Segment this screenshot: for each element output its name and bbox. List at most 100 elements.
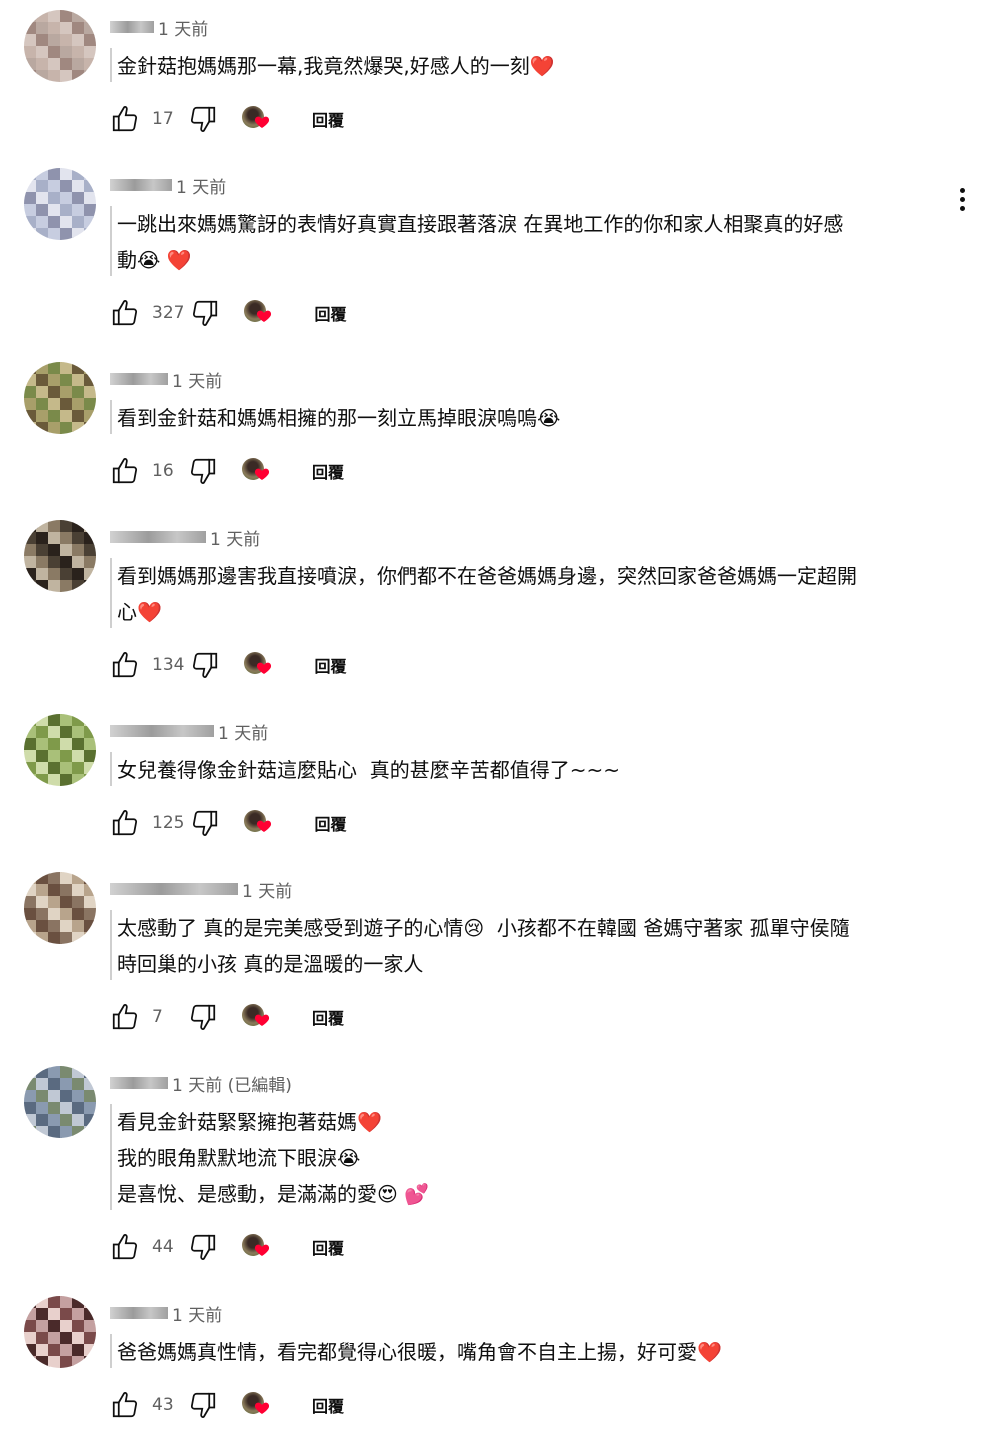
dislike-button[interactable] [188,456,218,486]
reply-button[interactable]: 回覆 [314,653,346,677]
author-name-redacted[interactable] [110,883,238,895]
reply-button[interactable]: 回覆 [314,811,346,835]
more-options-icon[interactable] [950,184,974,216]
comment-timestamp[interactable]: 1 天前 [218,719,268,744]
author-name-redacted[interactable] [110,1307,168,1319]
thumbs-up-icon[interactable] [110,104,140,134]
dislike-button[interactable] [188,1002,218,1032]
comment-header: 1 天前 [110,877,292,902]
thumbs-up-icon[interactable] [110,650,140,680]
thumbs-up-icon[interactable] [110,298,140,328]
author-name-redacted[interactable] [110,725,214,737]
comment-text: 爸爸媽媽真性情，看完都覺得心很暖，嘴角會不自主上揚，好可愛❤️ [117,1334,932,1370]
comment-header: 1 天前 [110,15,208,40]
author-name-redacted[interactable] [110,531,206,543]
like-button[interactable] [110,104,140,134]
like-button[interactable] [110,650,140,680]
reply-button[interactable]: 回覆 [312,1005,344,1029]
like-button[interactable] [110,1390,140,1420]
comment-line: 我的眼角默默地流下眼淚😭 [117,1146,361,1170]
author-name-redacted[interactable] [110,373,168,385]
thumbs-down-icon[interactable] [188,1232,218,1262]
thumbs-down-icon[interactable] [188,104,218,134]
reply-button[interactable]: 回覆 [314,301,346,325]
comment-text: 金針菇抱媽媽那一幕,我竟然爆哭,好感人的一刻❤️ [117,48,932,84]
comment-line: 一跳出來媽媽驚訝的表情好真實直接跟著落淚 在異地工作的你和家人相聚真的好感 [117,212,844,236]
comment-text: 太感動了 真的是完美感受到遊子的心情😢 小孩都不在韓國 爸媽守著家 孤單守侯隨時… [117,910,932,982]
comment-actions: 327 回覆 [110,295,346,331]
creator-heart-icon [256,308,272,328]
author-name-redacted[interactable] [110,21,154,33]
thumbs-down-icon[interactable] [188,1390,218,1420]
thumbs-up-icon[interactable] [110,1002,140,1032]
avatar[interactable] [24,1296,96,1368]
comment-text: 一跳出來媽媽驚訝的表情好真實直接跟著落淚 在異地工作的你和家人相聚真的好感 動😭 … [117,206,932,278]
thumbs-up-icon[interactable] [110,808,140,838]
comment-line: 金針菇抱媽媽那一幕,我竟然爆哭,好感人的一刻❤️ [117,54,555,78]
comment-timestamp[interactable]: 1 天前 [158,15,208,40]
like-button[interactable] [110,456,140,486]
like-button[interactable] [110,298,140,328]
avatar[interactable] [24,872,96,944]
reply-button[interactable]: 回覆 [312,107,344,131]
like-count: 44 [152,1237,174,1257]
comment-actions: 125 回覆 [110,805,346,841]
reply-button[interactable]: 回覆 [312,459,344,483]
comment-rule [110,752,112,786]
thumbs-down-icon[interactable] [190,808,220,838]
thumbs-down-icon[interactable] [188,456,218,486]
dislike-button[interactable] [190,808,220,838]
dislike-button[interactable] [188,104,218,134]
like-button[interactable] [110,1002,140,1032]
creator-heart-badge [244,298,274,328]
thumbs-down-icon[interactable] [190,298,220,328]
creator-heart-icon [254,114,270,134]
like-count: 134 [152,655,185,675]
comment-timestamp[interactable]: 1 天前 [172,1301,222,1326]
comment-timestamp[interactable]: 1 天前 [242,877,292,902]
comment-timestamp[interactable]: 1 天前 [210,525,260,550]
reply-button[interactable]: 回覆 [312,1235,344,1259]
comment-timestamp[interactable]: 1 天前 [172,367,222,392]
creator-heart-badge [242,456,272,486]
dislike-button[interactable] [190,650,220,680]
comment-line: 太感動了 真的是完美感受到遊子的心情😢 小孩都不在韓國 爸媽守著家 孤單守侯隨 [117,916,850,940]
creator-heart-icon [254,1242,270,1262]
creator-heart-icon [254,466,270,486]
author-name-redacted[interactable] [110,1077,168,1089]
creator-heart-badge [242,1232,272,1262]
dislike-button[interactable] [190,298,220,328]
comment-line: 看到金針菇和媽媽相擁的那一刻立馬掉眼淚嗚嗚😭 [117,406,561,430]
reply-button[interactable]: 回覆 [312,1393,344,1417]
comment-line: 動😭 ❤️ [117,248,192,272]
like-count: 7 [152,1007,163,1027]
comment-header: 1 天前 [110,719,268,744]
comment-header: 1 天前 (已編輯) [110,1071,292,1096]
thumbs-up-icon[interactable] [110,456,140,486]
comment-timestamp[interactable]: 1 天前 (已編輯) [172,1071,292,1096]
avatar[interactable] [24,10,96,82]
author-name-redacted[interactable] [110,179,172,191]
comment-actions: 134 回覆 [110,647,346,683]
comment-actions: 17 回覆 [110,101,344,137]
comment-line: 爸爸媽媽真性情，看完都覺得心很暖，嘴角會不自主上揚，好可愛❤️ [117,1340,722,1364]
comment-rule [110,48,112,82]
avatar[interactable] [24,168,96,240]
like-button[interactable] [110,1232,140,1262]
comment-actions: 44 回覆 [110,1229,344,1265]
avatar[interactable] [24,714,96,786]
dislike-button[interactable] [188,1390,218,1420]
dislike-button[interactable] [188,1232,218,1262]
comment-line: 時回巢的小孩 真的是溫暖的一家人 [117,952,424,976]
thumbs-up-icon[interactable] [110,1232,140,1262]
like-count: 125 [152,813,185,833]
avatar[interactable] [24,1066,96,1138]
thumbs-down-icon[interactable] [188,1002,218,1032]
thumbs-down-icon[interactable] [190,650,220,680]
like-button[interactable] [110,808,140,838]
thumbs-up-icon[interactable] [110,1390,140,1420]
comment-text: 看見金針菇緊緊擁抱著菇媽❤️ 我的眼角默默地流下眼淚😭 是喜悅、是感動，是滿滿的愛😍… [117,1104,932,1212]
avatar[interactable] [24,520,96,592]
avatar[interactable] [24,362,96,434]
comment-timestamp[interactable]: 1 天前 [176,173,226,198]
